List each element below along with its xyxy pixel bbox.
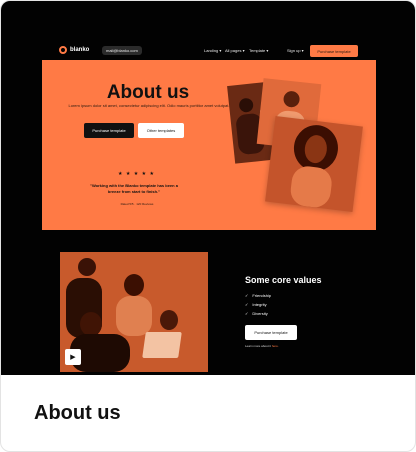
testimonial-quote: "Working with the Blanko template has be… [90,183,178,194]
template-preview: blanko mail@blanko.com Landing ▾ All pag… [1,1,415,375]
template-card[interactable]: blanko mail@blanko.com Landing ▾ All pag… [0,0,416,452]
brand-logo: blanko [59,46,89,54]
portrait-photo [265,115,363,213]
hero-purchase-button: Purchase template [84,123,134,138]
learn-more-text: Learn more about it here. [245,344,279,348]
logo-icon [59,46,67,54]
nav-purchase-button: Purchase template [310,45,358,57]
values-purchase-button: Purchase template [245,325,297,340]
nav-link-landing: Landing ▾ [204,48,222,53]
email-pill: mail@blanko.com [102,46,142,55]
learn-more-link: here. [271,344,279,348]
brand-name: blanko [70,47,90,53]
check-icon: ✓ [245,311,249,316]
value-label: Integrity [252,302,267,307]
learn-more-label: Learn more about it [245,344,272,348]
value-label: Diversity [252,311,268,316]
nav-link-sign-up: Sign up ▾ [287,48,304,53]
value-item: ✓ Diversity [245,311,268,316]
value-label: Friendship [252,293,272,298]
values-title: Some core values [245,275,322,285]
play-icon: ▶ [65,349,81,365]
nav-link-template: Template ▾ [249,48,269,53]
testimonial-rating: Rated 5/5 · 120 Reviews [120,202,154,206]
hero-title: About us [106,82,190,103]
card-title[interactable]: About us [34,402,121,425]
nav-link-all-pages: All pages ▾ [225,48,245,53]
preview-navbar: blanko mail@blanko.com Landing ▾ All pag… [59,45,359,57]
hero-other-templates-button: Other templates [138,123,184,138]
hero-section: About us Lorem ipsum dolor sit amet, con… [42,60,376,230]
value-item: ✓ Integrity [245,302,267,307]
value-item: ✓ Friendship [245,293,271,298]
team-video-thumbnail: ▶ [60,252,208,372]
check-icon: ✓ [245,302,249,307]
hero-subtitle: Lorem ipsum dolor sit amet, consectetur … [68,103,230,108]
check-icon: ✓ [245,293,249,298]
rating-stars: ★ ★ ★ ★ ★ [118,171,155,177]
